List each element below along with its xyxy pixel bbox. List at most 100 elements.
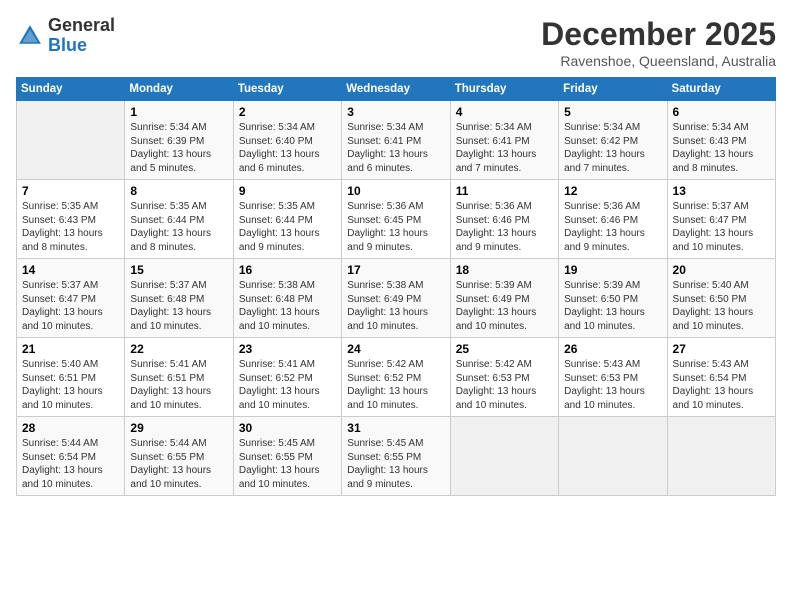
week-row-4: 21Sunrise: 5:40 AM Sunset: 6:51 PM Dayli… bbox=[17, 338, 776, 417]
calendar-cell bbox=[667, 417, 775, 496]
week-row-3: 14 Sunrise: 5:37 AM Sunset: 6:47 PM Dayli… bbox=[17, 259, 776, 338]
calendar-cell: 27 Sunrise: 5:43 AM Sunset: 6:54 PM Dayli… bbox=[667, 338, 775, 417]
day-number: 14 bbox=[22, 263, 119, 277]
day-info: Sunrise: 5:37 AM Sunset: 6:48 PM Dayligh… bbox=[130, 279, 227, 333]
location-title: Ravenshoe, Queensland, Australia bbox=[541, 53, 776, 69]
day-number: 19 bbox=[564, 263, 661, 277]
day-info: Sunrise: 5:36 AM Sunset: 6:46 PM Dayligh… bbox=[564, 200, 661, 254]
calendar-cell: 25 Sunrise: 5:42 AM Sunset: 6:53 PM Dayli… bbox=[450, 338, 558, 417]
day-number: 18 bbox=[456, 263, 553, 277]
day-number: 17 bbox=[347, 263, 444, 277]
calendar-cell: 26 Sunrise: 5:43 AM Sunset: 6:53 PM Dayli… bbox=[559, 338, 667, 417]
calendar-cell: 18 Sunrise: 5:39 AM Sunset: 6:49 PM Dayli… bbox=[450, 259, 558, 338]
day-number: 24 bbox=[347, 342, 444, 356]
calendar-cell: 31Sunrise: 5:45 AM Sunset: 6:55 PM Dayli… bbox=[342, 417, 450, 496]
day-info: Sunrise: 5:41 AM Sunset: 6:51 PM Dayligh… bbox=[130, 358, 227, 412]
week-row-1: 1Sunrise: 5:34 AM Sunset: 6:39 PM Daylig… bbox=[17, 101, 776, 180]
calendar-cell: 9 Sunrise: 5:35 AM Sunset: 6:44 PM Daylig… bbox=[233, 180, 341, 259]
day-info: Sunrise: 5:34 AM Sunset: 6:42 PM Dayligh… bbox=[564, 121, 661, 175]
day-info: Sunrise: 5:42 AM Sunset: 6:53 PM Dayligh… bbox=[456, 358, 553, 412]
week-row-5: 28 Sunrise: 5:44 AM Sunset: 6:54 PM Dayli… bbox=[17, 417, 776, 496]
month-title: December 2025 bbox=[541, 16, 776, 53]
day-number: 5 bbox=[564, 105, 661, 119]
day-info: Sunrise: 5:34 AM Sunset: 6:41 PM Dayligh… bbox=[456, 121, 553, 175]
calendar-cell: 4Sunrise: 5:34 AM Sunset: 6:41 PM Daylig… bbox=[450, 101, 558, 180]
calendar-cell: 2Sunrise: 5:34 AM Sunset: 6:40 PM Daylig… bbox=[233, 101, 341, 180]
day-number: 22 bbox=[130, 342, 227, 356]
calendar-cell: 29 Sunrise: 5:44 AM Sunset: 6:55 PM Dayli… bbox=[125, 417, 233, 496]
weekday-header-friday: Friday bbox=[559, 78, 667, 101]
day-number: 29 bbox=[130, 421, 227, 435]
day-number: 26 bbox=[564, 342, 661, 356]
day-info: Sunrise: 5:45 AM Sunset: 6:55 PM Dayligh… bbox=[239, 437, 336, 491]
day-number: 12 bbox=[564, 184, 661, 198]
calendar-cell: 3 Sunrise: 5:34 AM Sunset: 6:41 PM Daylig… bbox=[342, 101, 450, 180]
calendar-cell: 17 Sunrise: 5:38 AM Sunset: 6:49 PM Dayli… bbox=[342, 259, 450, 338]
calendar-cell: 30 Sunrise: 5:45 AM Sunset: 6:55 PM Dayli… bbox=[233, 417, 341, 496]
calendar-cell: 16 Sunrise: 5:38 AM Sunset: 6:48 PM Dayli… bbox=[233, 259, 341, 338]
calendar-cell: 20 Sunrise: 5:40 AM Sunset: 6:50 PM Dayli… bbox=[667, 259, 775, 338]
calendar-cell: 11 Sunrise: 5:36 AM Sunset: 6:46 PM Dayli… bbox=[450, 180, 558, 259]
calendar-cell: 7Sunrise: 5:35 AM Sunset: 6:43 PM Daylig… bbox=[17, 180, 125, 259]
day-info: Sunrise: 5:36 AM Sunset: 6:46 PM Dayligh… bbox=[456, 200, 553, 254]
day-number: 25 bbox=[456, 342, 553, 356]
weekday-header-saturday: Saturday bbox=[667, 78, 775, 101]
day-number: 1 bbox=[130, 105, 227, 119]
day-number: 7 bbox=[22, 184, 119, 198]
calendar-cell: 14 Sunrise: 5:37 AM Sunset: 6:47 PM Dayli… bbox=[17, 259, 125, 338]
day-number: 6 bbox=[673, 105, 770, 119]
day-number: 3 bbox=[347, 105, 444, 119]
day-info: Sunrise: 5:44 AM Sunset: 6:55 PM Dayligh… bbox=[130, 437, 227, 491]
day-info: Sunrise: 5:42 AM Sunset: 6:52 PM Dayligh… bbox=[347, 358, 444, 412]
calendar-cell: 6 Sunrise: 5:34 AM Sunset: 6:43 PM Daylig… bbox=[667, 101, 775, 180]
day-info: Sunrise: 5:43 AM Sunset: 6:54 PM Dayligh… bbox=[673, 358, 770, 412]
day-info: Sunrise: 5:38 AM Sunset: 6:48 PM Dayligh… bbox=[239, 279, 336, 333]
day-info: Sunrise: 5:36 AM Sunset: 6:45 PM Dayligh… bbox=[347, 200, 444, 254]
day-info: Sunrise: 5:43 AM Sunset: 6:53 PM Dayligh… bbox=[564, 358, 661, 412]
day-info: Sunrise: 5:34 AM Sunset: 6:41 PM Dayligh… bbox=[347, 121, 444, 175]
calendar-cell: 23Sunrise: 5:41 AM Sunset: 6:52 PM Dayli… bbox=[233, 338, 341, 417]
calendar-cell bbox=[17, 101, 125, 180]
day-number: 27 bbox=[673, 342, 770, 356]
day-number: 8 bbox=[130, 184, 227, 198]
calendar-cell bbox=[559, 417, 667, 496]
day-info: Sunrise: 5:37 AM Sunset: 6:47 PM Dayligh… bbox=[22, 279, 119, 333]
day-info: Sunrise: 5:41 AM Sunset: 6:52 PM Dayligh… bbox=[239, 358, 336, 412]
day-number: 21 bbox=[22, 342, 119, 356]
day-number: 11 bbox=[456, 184, 553, 198]
day-number: 30 bbox=[239, 421, 336, 435]
calendar-cell: 13Sunrise: 5:37 AM Sunset: 6:47 PM Dayli… bbox=[667, 180, 775, 259]
calendar-cell: 5 Sunrise: 5:34 AM Sunset: 6:42 PM Daylig… bbox=[559, 101, 667, 180]
logo-icon bbox=[16, 22, 44, 50]
week-row-2: 7Sunrise: 5:35 AM Sunset: 6:43 PM Daylig… bbox=[17, 180, 776, 259]
weekday-header-monday: Monday bbox=[125, 78, 233, 101]
calendar-cell: 24 Sunrise: 5:42 AM Sunset: 6:52 PM Dayli… bbox=[342, 338, 450, 417]
day-info: Sunrise: 5:34 AM Sunset: 6:40 PM Dayligh… bbox=[239, 121, 336, 175]
day-number: 28 bbox=[22, 421, 119, 435]
day-info: Sunrise: 5:35 AM Sunset: 6:44 PM Dayligh… bbox=[130, 200, 227, 254]
calendar-cell: 1Sunrise: 5:34 AM Sunset: 6:39 PM Daylig… bbox=[125, 101, 233, 180]
weekday-header-thursday: Thursday bbox=[450, 78, 558, 101]
day-number: 20 bbox=[673, 263, 770, 277]
calendar-cell: 28 Sunrise: 5:44 AM Sunset: 6:54 PM Dayli… bbox=[17, 417, 125, 496]
day-number: 10 bbox=[347, 184, 444, 198]
day-number: 16 bbox=[239, 263, 336, 277]
title-block: December 2025 Ravenshoe, Queensland, Aus… bbox=[541, 16, 776, 69]
calendar-cell: 12 Sunrise: 5:36 AM Sunset: 6:46 PM Dayli… bbox=[559, 180, 667, 259]
weekday-header-wednesday: Wednesday bbox=[342, 78, 450, 101]
weekday-header-row: SundayMondayTuesdayWednesdayThursdayFrid… bbox=[17, 78, 776, 101]
day-info: Sunrise: 5:39 AM Sunset: 6:49 PM Dayligh… bbox=[456, 279, 553, 333]
day-info: Sunrise: 5:34 AM Sunset: 6:43 PM Dayligh… bbox=[673, 121, 770, 175]
calendar-cell: 8 Sunrise: 5:35 AM Sunset: 6:44 PM Daylig… bbox=[125, 180, 233, 259]
day-info: Sunrise: 5:35 AM Sunset: 6:44 PM Dayligh… bbox=[239, 200, 336, 254]
day-info: Sunrise: 5:44 AM Sunset: 6:54 PM Dayligh… bbox=[22, 437, 119, 491]
calendar: SundayMondayTuesdayWednesdayThursdayFrid… bbox=[16, 77, 776, 496]
day-info: Sunrise: 5:38 AM Sunset: 6:49 PM Dayligh… bbox=[347, 279, 444, 333]
day-number: 13 bbox=[673, 184, 770, 198]
day-info: Sunrise: 5:40 AM Sunset: 6:50 PM Dayligh… bbox=[673, 279, 770, 333]
day-number: 9 bbox=[239, 184, 336, 198]
calendar-cell: 22 Sunrise: 5:41 AM Sunset: 6:51 PM Dayli… bbox=[125, 338, 233, 417]
calendar-cell: 15Sunrise: 5:37 AM Sunset: 6:48 PM Dayli… bbox=[125, 259, 233, 338]
weekday-header-sunday: Sunday bbox=[17, 78, 125, 101]
day-info: Sunrise: 5:39 AM Sunset: 6:50 PM Dayligh… bbox=[564, 279, 661, 333]
